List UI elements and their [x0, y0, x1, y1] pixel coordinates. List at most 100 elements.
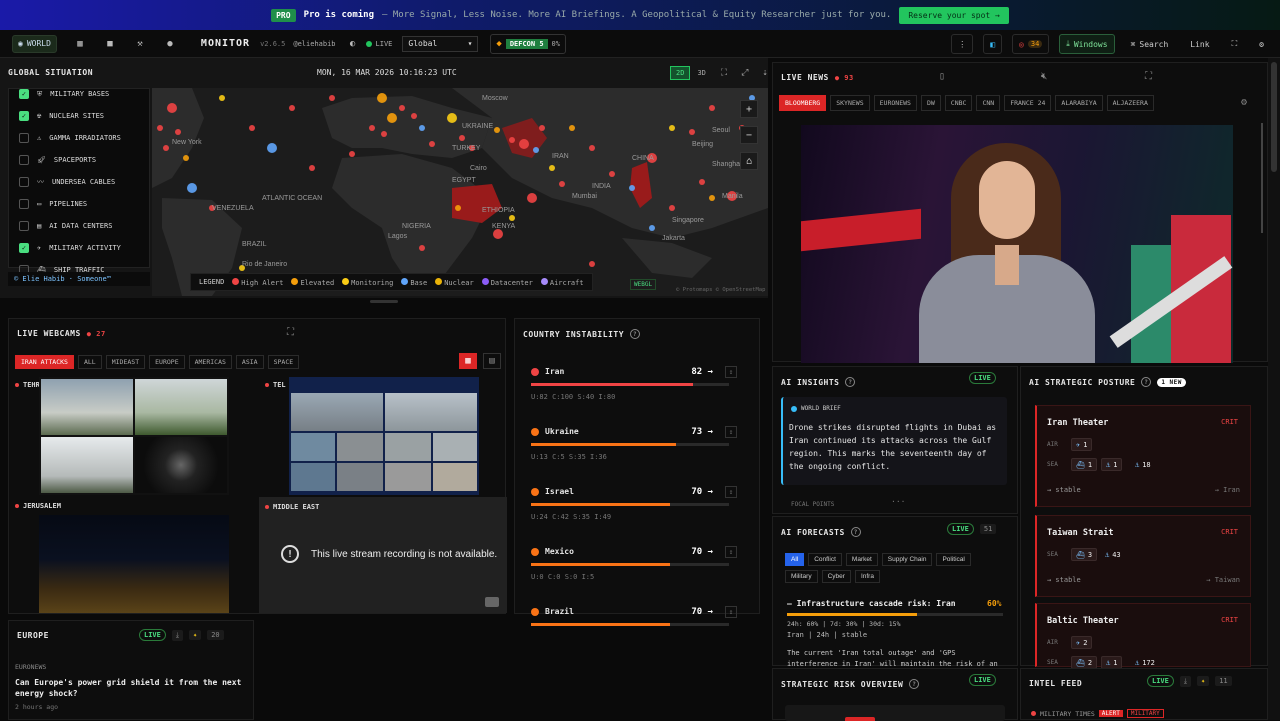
event-marker[interactable]	[493, 229, 503, 239]
event-marker[interactable]	[539, 125, 545, 131]
info-icon[interactable]: ?	[630, 329, 641, 339]
mute-icon[interactable]: 🔇︎	[1041, 71, 1047, 82]
forecast-tab[interactable]: Political	[936, 553, 971, 566]
layer-toggle[interactable]: ✓ ⛨ MILITARY BASES	[9, 83, 149, 105]
home-icon[interactable]: ⌂	[740, 152, 758, 170]
forecast-tab[interactable]: Conflict	[808, 553, 842, 566]
event-marker[interactable]	[459, 135, 465, 141]
link-button[interactable]: Link	[1184, 34, 1215, 54]
event-marker[interactable]	[709, 195, 715, 201]
fullscreen-icon[interactable]: ⛶	[1226, 34, 1244, 54]
world-variant-button[interactable]: ◉ WORLD	[12, 34, 57, 53]
github-icon[interactable]: ◐	[346, 37, 360, 51]
middle-east-cam-feed[interactable]: MIDDLE EAST ! This live stream recording…	[259, 497, 507, 613]
resize-icon[interactable]: ⤢	[741, 68, 748, 78]
webcam-tab[interactable]: ALL	[77, 355, 102, 369]
checkbox[interactable]	[19, 177, 29, 187]
event-marker[interactable]	[419, 245, 425, 251]
expand-icon[interactable]: ⛶	[287, 327, 294, 338]
news-video-player[interactable]	[801, 125, 1233, 363]
event-marker[interactable]	[559, 181, 565, 187]
event-marker[interactable]	[447, 113, 457, 123]
youtube-icon[interactable]	[485, 597, 499, 607]
checkbox[interactable]: ✓	[19, 89, 29, 99]
region-select[interactable]: Global ▾	[402, 35, 479, 52]
event-marker[interactable]	[249, 125, 255, 131]
event-marker[interactable]	[669, 125, 675, 131]
event-marker[interactable]	[309, 165, 315, 171]
world-map[interactable]: Moscow UKRAINE Beijing Seoul CHINA TURKEY IRAN…	[152, 88, 768, 296]
news-source-tab[interactable]: DW	[920, 95, 941, 111]
event-marker[interactable]	[349, 151, 355, 157]
forecast-tab[interactable]: Market	[845, 553, 878, 566]
tehran-cam-feed[interactable]	[39, 377, 229, 495]
pin-icon[interactable]: ⇣	[762, 68, 767, 78]
news-source-tab[interactable]: ALJAZEERA	[1106, 95, 1154, 111]
building-icon[interactable]: ▦	[73, 37, 87, 51]
event-marker[interactable]	[381, 131, 387, 137]
menu-dots-button[interactable]: ⋮	[951, 34, 974, 54]
instability-row[interactable]: Israel 70 → ⇪ U:24 C:42 S:35 I:49	[531, 486, 741, 521]
webcam-tab[interactable]: SPACE	[267, 355, 300, 369]
event-marker[interactable]	[589, 145, 595, 151]
more-dots-icon[interactable]: ···	[891, 497, 905, 506]
forecast-tab[interactable]: Cyber	[821, 570, 851, 583]
news-source-tab[interactable]: CNN	[976, 95, 1001, 111]
mode-2d-button[interactable]: 2D	[670, 66, 691, 80]
news-source-tab[interactable]: EURONEWS	[873, 95, 917, 111]
event-marker[interactable]	[669, 205, 675, 211]
download-icon[interactable]: ⤓	[171, 629, 183, 641]
theater-card[interactable]: Iran Theater CRIT AIR ✈ 1 SEA ⛴ 1 ⚓ 1 ⚓ 18 → stable →…	[1035, 405, 1251, 507]
event-marker[interactable]	[689, 129, 695, 135]
webcam-tab[interactable]: AMERICAS	[188, 355, 232, 369]
event-marker[interactable]	[569, 125, 575, 131]
forecast-tab[interactable]: All	[785, 553, 805, 566]
event-marker[interactable]	[509, 137, 515, 143]
info-icon[interactable]: ?	[850, 527, 861, 537]
event-marker[interactable]	[649, 225, 655, 231]
event-marker[interactable]	[289, 105, 295, 111]
share-icon[interactable]: ⇪	[725, 486, 737, 498]
news-source-tab[interactable]: SKYNEWS	[830, 95, 870, 111]
forecast-tab[interactable]: Supply Chain	[881, 553, 933, 566]
page-scrollbar[interactable]	[1268, 58, 1280, 720]
news-source-tab[interactable]: BLOOMBERG	[779, 95, 827, 111]
event-marker[interactable]	[411, 113, 417, 119]
webcam-tab[interactable]: IRAN ATTACKS	[15, 355, 74, 369]
instability-row[interactable]: Brazil 70 → ⇪	[531, 606, 741, 626]
event-marker[interactable]	[629, 185, 635, 191]
defcon-indicator[interactable]: ◆ DEFCON 5 0%	[490, 33, 566, 54]
event-marker[interactable]	[699, 179, 705, 185]
download-icon[interactable]: ⤓	[1179, 675, 1191, 687]
instability-row[interactable]: Mexico 70 → ⇪ U:0 C:0 S:0 I:5	[531, 546, 741, 581]
news-source-tab[interactable]: ALARABIYA	[1055, 95, 1103, 111]
user-handle[interactable]: @eliehabib	[293, 40, 335, 48]
checkbox[interactable]	[19, 199, 29, 209]
search-button[interactable]: ⌘ Search	[1125, 34, 1175, 54]
event-marker[interactable]	[187, 183, 197, 193]
layer-toggle[interactable]: ✓ ☢ NUCLEAR SITES	[9, 105, 149, 127]
share-icon[interactable]: ⇪	[725, 426, 737, 438]
panel-icon[interactable]: ◧	[983, 34, 1003, 54]
layer-toggle[interactable]: 〰 UNDERSEA CABLES	[9, 171, 149, 193]
tools-icon[interactable]: ⚒	[133, 37, 147, 51]
share-icon[interactable]: ⇪	[725, 366, 737, 378]
checkbox[interactable]	[19, 221, 29, 231]
intel-item[interactable]: MILITARY TIMES ALERT MILITARY	[1031, 709, 1164, 718]
event-marker[interactable]	[549, 165, 555, 171]
reserve-spot-button[interactable]: Reserve your spot →	[899, 6, 1009, 24]
event-marker[interactable]	[494, 127, 500, 133]
event-marker[interactable]	[387, 113, 397, 123]
forecast-tab[interactable]: Infra	[854, 570, 880, 583]
event-marker[interactable]	[329, 95, 335, 101]
expand-icon[interactable]: ⛶	[721, 68, 727, 78]
event-marker[interactable]	[175, 129, 181, 135]
mode-3d-button[interactable]: 3D	[692, 67, 710, 79]
news-source-tab[interactable]: FRANCE 24	[1004, 95, 1052, 111]
event-marker[interactable]	[163, 145, 169, 151]
info-icon[interactable]: ?	[1141, 377, 1152, 387]
layer-toggle[interactable]: ✓ ✈ MILITARY ACTIVITY	[9, 237, 149, 259]
checkbox[interactable]: ✓	[19, 111, 29, 121]
webcam-tab[interactable]: MIDEAST	[105, 355, 146, 369]
sparkle-icon[interactable]: ✦	[188, 630, 202, 640]
